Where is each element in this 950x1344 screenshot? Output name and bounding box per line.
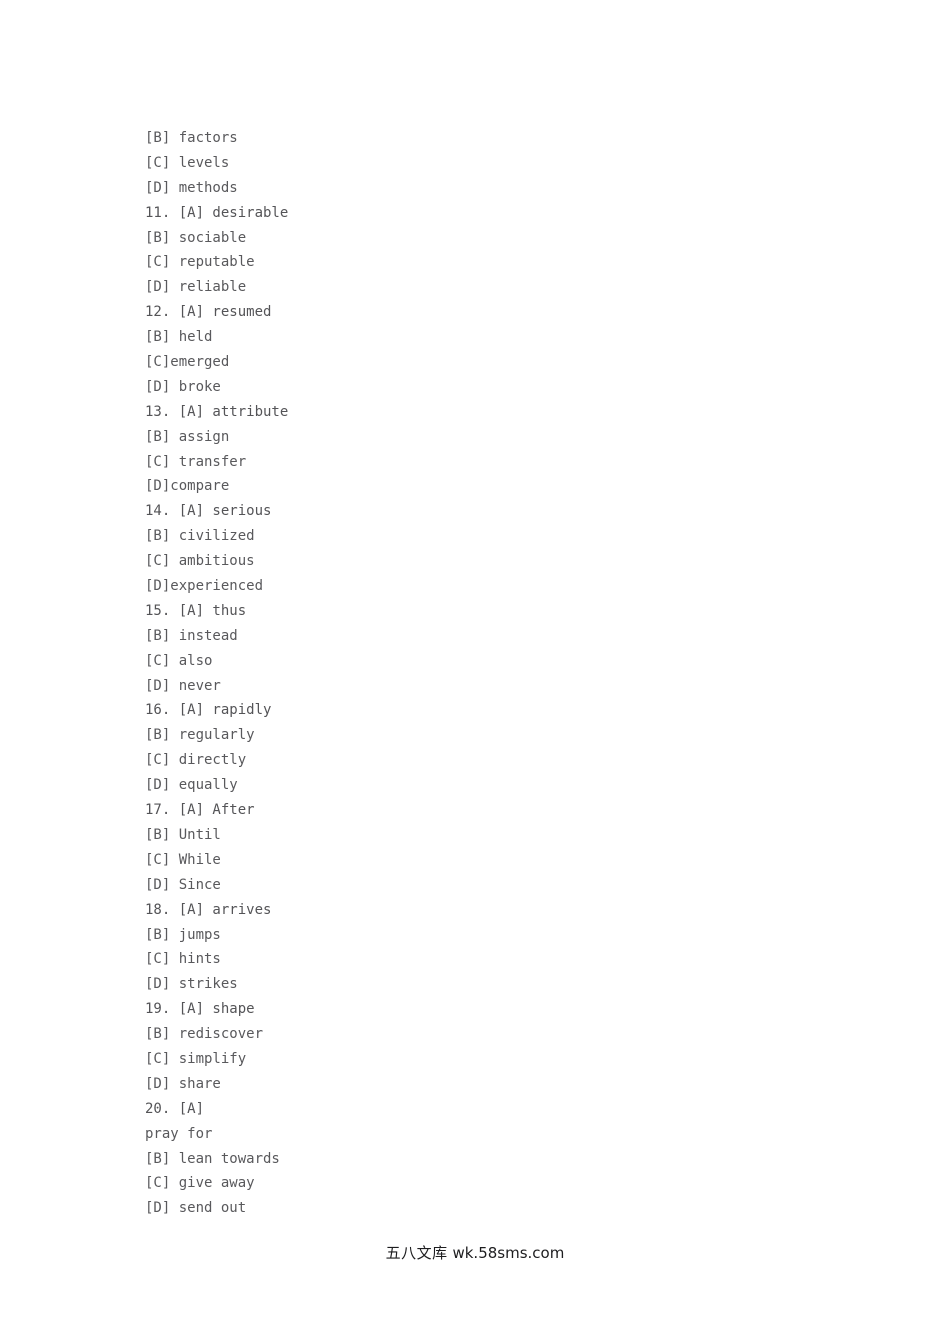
text-line: [D] methods: [145, 179, 238, 196]
text-line: [D] Since: [145, 876, 221, 893]
text-line: [C] ambitious: [145, 553, 255, 570]
text-line: [C] simplify: [145, 1050, 247, 1067]
text-line: 19. [A] shape: [145, 1001, 255, 1018]
watermark-site-name: 五八文库: [385, 1244, 448, 1262]
text-line: [B] jumps: [145, 926, 221, 943]
text-line: [B] instead: [145, 627, 238, 644]
text-line: [B] held: [145, 329, 213, 346]
text-line: [C] transfer: [145, 453, 247, 470]
text-line: [D] share: [145, 1075, 221, 1092]
answer-options-list: [B] factors [C] levels [D] methods 11. […: [145, 126, 845, 1221]
text-line: [B] sociable: [145, 229, 247, 246]
text-line: 18. [A] arrives: [145, 901, 272, 918]
text-line: 11. [A] desirable: [145, 204, 289, 221]
text-line: 15. [A] thus: [145, 602, 247, 619]
text-line: [C] While: [145, 851, 221, 868]
text-line: [C] also: [145, 652, 213, 669]
text-line: 17. [A] After: [145, 802, 255, 819]
document-page: [B] factors [C] levels [D] methods 11. […: [0, 0, 950, 1344]
text-line: [B] lean towards: [145, 1150, 280, 1167]
text-line: pray for: [145, 1125, 213, 1142]
text-line: [B] civilized: [145, 528, 255, 545]
text-line: 16. [A] rapidly: [145, 702, 272, 719]
text-line: [D] equally: [145, 777, 238, 794]
footer-watermark: 五八文库 wk.58sms.com: [0, 1243, 950, 1263]
text-line: [B] factors: [145, 130, 238, 146]
text-line: 14. [A] serious: [145, 503, 272, 520]
text-line: [C] give away: [145, 1175, 255, 1192]
text-line: 12. [A] resumed: [145, 304, 272, 321]
text-line: [C] hints: [145, 951, 221, 968]
text-line: [D] send out: [145, 1200, 247, 1217]
watermark-site-url: wk.58sms.com: [452, 1244, 565, 1262]
text-line: [B] rediscover: [145, 1026, 264, 1043]
text-line: [B] assign: [145, 428, 230, 445]
text-line: [C] reputable: [145, 254, 255, 271]
text-line: [D] never: [145, 677, 221, 694]
text-line: [C] levels: [145, 154, 230, 171]
text-line: [D] broke: [145, 378, 221, 395]
text-line: 13. [A] attribute: [145, 403, 289, 420]
text-line: [D] strikes: [145, 976, 238, 993]
text-line: [B] regularly: [145, 727, 255, 744]
text-line: [C]emerged: [145, 354, 230, 371]
text-line: [B] Until: [145, 826, 221, 843]
text-line: [C] directly: [145, 752, 247, 769]
text-line: 20. [A]: [145, 1100, 205, 1117]
text-line: [D] reliable: [145, 279, 247, 296]
text-line: [D]experienced: [145, 578, 264, 595]
text-line: [D]compare: [145, 478, 230, 495]
